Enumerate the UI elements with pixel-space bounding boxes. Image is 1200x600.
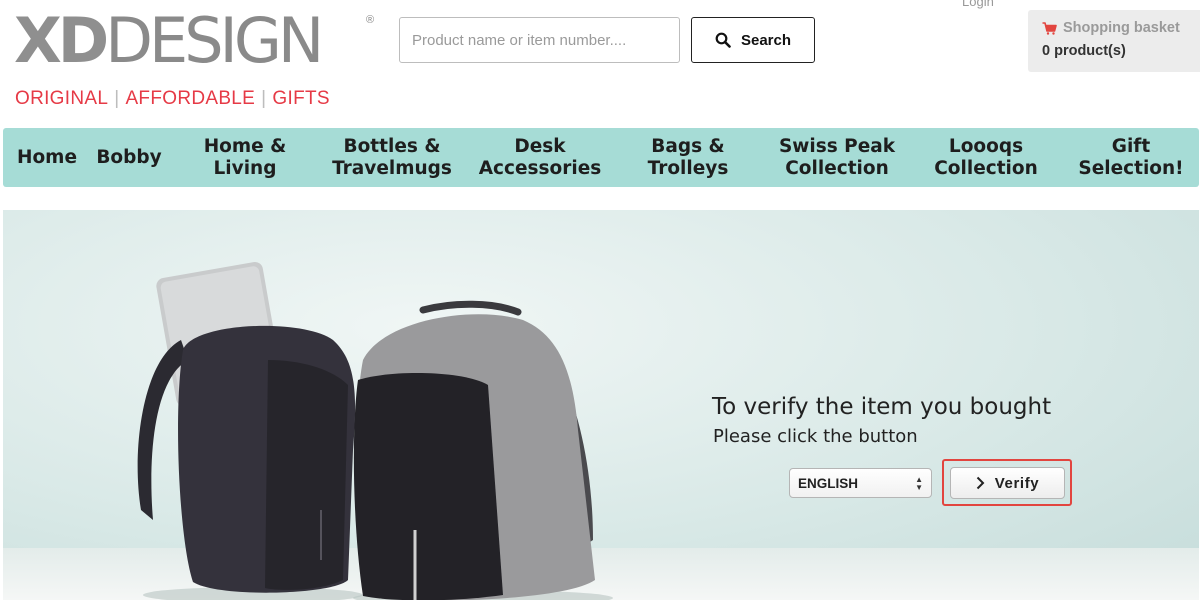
tagline-separator-1: | [114, 88, 120, 109]
logo-wordmark: XDDESIGN [14, 10, 324, 72]
nav-label: Gift Selection! [1078, 135, 1184, 179]
verify-button[interactable]: Verify [950, 467, 1065, 499]
tagline-word-3: GIFTS [272, 88, 330, 109]
login-link[interactable]: Login [962, 0, 994, 9]
nav-item-desk-accessories[interactable]: Desk Accessories [469, 128, 611, 187]
tagline-separator-2: | [261, 88, 267, 109]
logo-word-bold: XD [14, 4, 109, 77]
main-nav: Home Bobby Home & Living Bottles & Trave… [3, 128, 1199, 187]
nav-item-bags-trolleys[interactable]: Bags & Trolleys [629, 128, 747, 187]
nav-label: Swiss Peak Collection [778, 135, 896, 179]
nav-label: Desk Accessories [478, 135, 602, 179]
brand-logo[interactable]: XDDESIGN ® ORIGINAL | AFFORDABLE | GIFTS [14, 10, 375, 110]
cart-icon [1042, 21, 1057, 35]
logo-word-light: DESIGN [105, 4, 324, 77]
language-select[interactable]: ENGLISH ▲ ▼ [789, 468, 932, 498]
registered-mark: ® [366, 14, 375, 26]
nav-item-gift-selection[interactable]: Gift Selection! [1069, 128, 1193, 187]
chevron-right-icon [976, 476, 985, 490]
backpack-product-image [137, 261, 613, 600]
nav-item-swiss-peak[interactable]: Swiss Peak Collection [763, 128, 911, 187]
nav-item-bottles-travelmugs[interactable]: Bottles & Travelmugs [321, 128, 463, 187]
basket-header: Shopping basket [1042, 20, 1200, 36]
language-selected-value: ENGLISH [798, 475, 859, 491]
search-button[interactable]: Search [691, 17, 815, 63]
verify-button-label: Verify [994, 474, 1040, 492]
search-icon [715, 32, 731, 48]
nav-label: Bags & Trolleys [647, 135, 729, 179]
nav-item-home-living[interactable]: Home & Living [183, 128, 307, 187]
nav-label: Bottles & Travelmugs [332, 135, 452, 179]
search-input[interactable] [399, 17, 680, 63]
nav-item-loooqs[interactable]: Loooqs Collection [921, 128, 1051, 187]
tagline-word-1: ORIGINAL [15, 88, 109, 109]
search-button-label: Search [740, 31, 792, 49]
nav-label: Home [16, 146, 78, 168]
verify-heading: To verify the item you bought [712, 394, 1052, 420]
select-arrows-icon: ▲ ▼ [915, 475, 923, 492]
verify-subheading: Please click the button [713, 426, 918, 447]
shopping-basket[interactable]: Shopping basket 0 product(s) [1028, 10, 1200, 72]
nav-label: Loooqs Collection [934, 135, 1038, 179]
tagline-word-2: AFFORDABLE [125, 88, 256, 109]
nav-item-home[interactable]: Home [7, 128, 87, 187]
nav-label: Home & Living [203, 135, 287, 179]
basket-count: 0 product(s) [1042, 43, 1126, 59]
basket-label: Shopping basket [1063, 20, 1180, 36]
brand-tagline: ORIGINAL | AFFORDABLE | GIFTS [15, 88, 330, 110]
nav-label: Bobby [96, 146, 162, 168]
nav-item-bobby[interactable]: Bobby [89, 128, 169, 187]
